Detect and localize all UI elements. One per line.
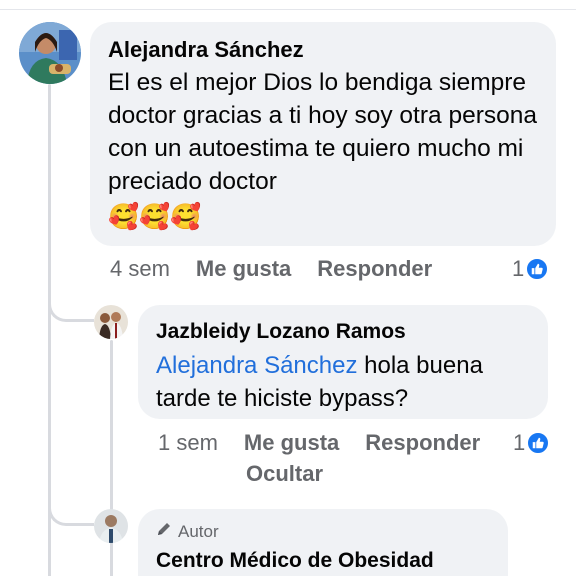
comment-actions: 1 sem Me gusta Responder bbox=[158, 428, 480, 458]
like-button[interactable]: Me gusta bbox=[244, 430, 339, 456]
mention-link[interactable]: Alejandra Sánchez bbox=[156, 352, 357, 379]
like-icon bbox=[526, 431, 551, 455]
avatar[interactable] bbox=[94, 305, 128, 339]
avatar[interactable] bbox=[94, 509, 128, 543]
comment-author[interactable]: Jazbleidy Lozano Ramos bbox=[156, 319, 530, 345]
like-button[interactable]: Me gusta bbox=[196, 256, 291, 282]
avatar-photo bbox=[19, 22, 81, 84]
author-badge-label: Autor bbox=[178, 521, 219, 541]
like-icon bbox=[525, 257, 550, 281]
avatar-photo bbox=[94, 305, 128, 339]
hide-button[interactable]: Ocultar bbox=[246, 461, 323, 487]
thread-branch bbox=[48, 506, 94, 526]
comment-author[interactable]: Alejandra Sánchez bbox=[108, 36, 538, 64]
top-divider bbox=[0, 9, 576, 10]
reaction-count: 1 bbox=[512, 256, 525, 281]
comment-text: El es el mejor Dios lo bendiga siempre d… bbox=[108, 69, 537, 195]
avatar[interactable] bbox=[19, 22, 81, 84]
reaction-summary[interactable]: 1 bbox=[512, 254, 550, 284]
thread-branch bbox=[48, 302, 94, 322]
comment-timestamp[interactable]: 1 sem bbox=[158, 430, 218, 456]
thread-line bbox=[48, 84, 51, 576]
reaction-count: 1 bbox=[513, 430, 526, 455]
comment-actions-secondary: Ocultar bbox=[246, 459, 323, 489]
comment-actions: 4 sem Me gusta Responder bbox=[110, 254, 432, 284]
reply-bubble[interactable]: Autor Centro Médico de Obesidad bbox=[138, 509, 508, 576]
comment-author[interactable]: Centro Médico de Obesidad bbox=[156, 548, 490, 574]
comment-timestamp[interactable]: 4 sem bbox=[110, 256, 170, 282]
comment-text: Alejandra Sánchez hola buena tarde te hi… bbox=[156, 349, 536, 415]
comment-emojis: 🥰🥰🥰 bbox=[108, 203, 202, 231]
avatar-photo bbox=[94, 509, 128, 543]
reply-button[interactable]: Responder bbox=[365, 430, 480, 456]
pencil-icon bbox=[156, 521, 172, 542]
author-badge: Autor bbox=[156, 521, 490, 542]
reply-button[interactable]: Responder bbox=[317, 256, 432, 282]
comment-bubble[interactable]: Alejandra Sánchez El es el mejor Dios lo… bbox=[90, 22, 556, 246]
reaction-summary[interactable]: 1 bbox=[513, 428, 551, 458]
reply-bubble[interactable]: Jazbleidy Lozano Ramos Alejandra Sánchez… bbox=[138, 305, 548, 419]
